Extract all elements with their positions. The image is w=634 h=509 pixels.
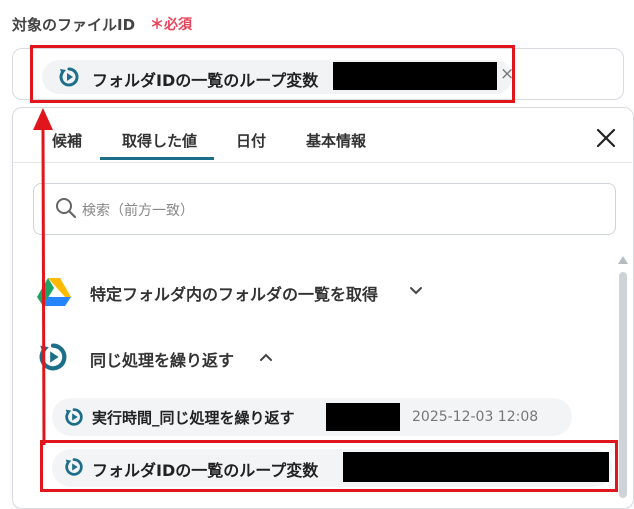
- annotation-arrow: [33, 108, 53, 446]
